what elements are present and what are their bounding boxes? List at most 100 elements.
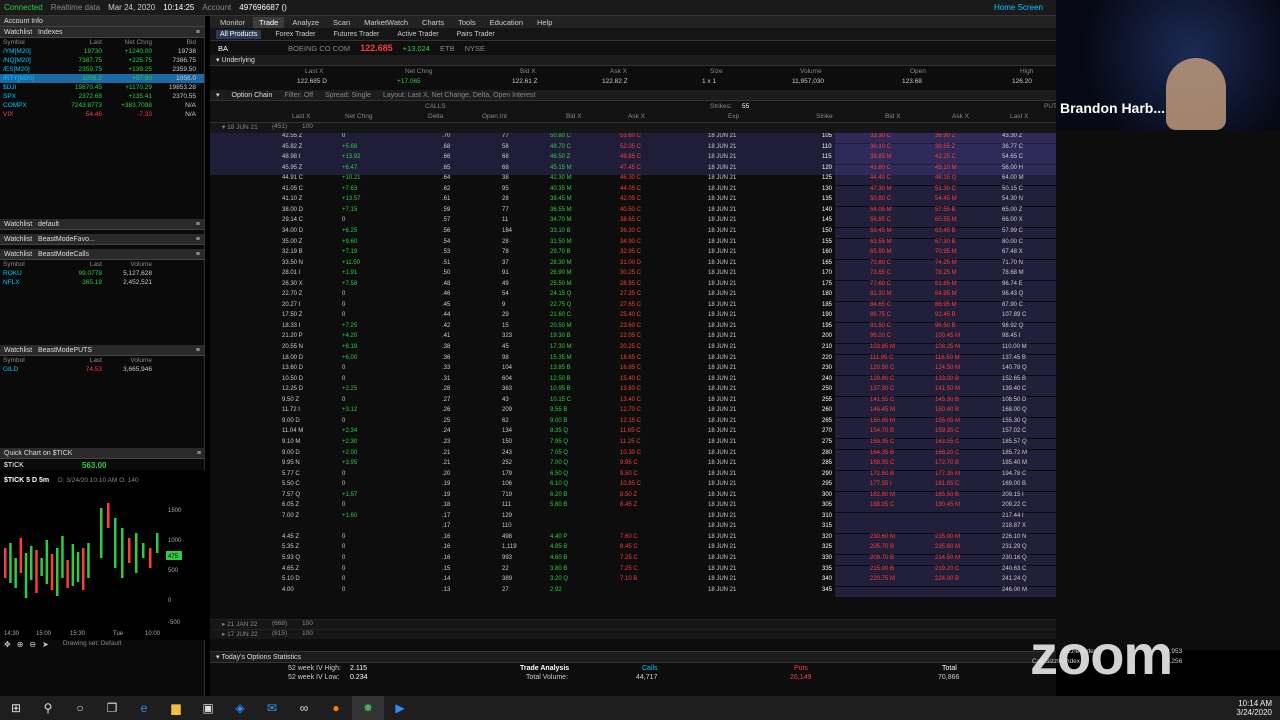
option-row[interactable]: 10.50 D 0 .31 604 12.50 B 15.40 C 18 JUN 21 240… [210,375,1056,387]
symbol-input[interactable]: BA [218,44,228,53]
quick-chart-header[interactable]: Quick Chart on $TICK ≡ [0,448,205,459]
account-info-header[interactable]: Account Info [0,16,204,27]
call-col-header[interactable]: Net Chng [345,113,372,120]
option-row[interactable]: 20.27 I 0 .45 9 22.75 Q 27.65 C 18 JUN 21 185 84… [210,301,1056,313]
option-row[interactable]: 35.00 Z +9.60 .54 28 31.50 M 34.90 C 18 JUN 21… [210,238,1056,250]
option-row[interactable]: 11.04 M +2.34 .24 134 8.35 Q 11.65 C 18 JUN 21… [210,428,1056,439]
option-row[interactable]: 18.00 D +6.00 .36 98 15.35 M 18.65 C 18 JUN 21… [210,354,1056,366]
mid-col-header[interactable]: Strike [816,113,833,120]
watchlist-default-header[interactable]: Watchlist default ≡ [0,219,204,230]
file-explorer-icon[interactable]: ▆ [160,696,192,720]
zoom-out-icon[interactable]: ⊖ [29,640,36,649]
menu-icon[interactable]: ≡ [196,29,200,36]
filter-toggle[interactable]: Filter: Off [284,92,313,99]
cortana-icon[interactable]: ○ [64,696,96,720]
option-row[interactable]: 21.20 P +4.20 .41 323 19.30 B 22.05 C 18 JUN 2… [210,333,1056,344]
search-icon[interactable]: ⚲ [32,696,64,720]
option-row[interactable]: 9.00 D 0 .25 62 9.00 B 12.15 C 18 JUN 21 265 150… [210,417,1056,429]
option-row[interactable]: 4.45 Z 0 .16 498 4.40 P 7.60 C 18 JUN 21 320 230… [210,533,1056,545]
menu-icon[interactable]: ≡ [196,221,200,228]
dropbox-icon[interactable]: ◈ [224,696,256,720]
watchlist-puts-header[interactable]: Watchlist BeastModePUTS ≡ [0,345,204,356]
watchlist-row[interactable]: /ES[M20] 2359.75 +139.25 2359.50 [0,65,204,74]
layout-select[interactable]: Layout: Last X, Net Change, Delta, Open … [383,92,536,99]
option-row[interactable]: 11.72 I +3.12 .26 209 9.55 B 12.70 C 18 JUN 21… [210,407,1056,418]
tick-chart[interactable]: 1500 1000 500 0 -500 475 14:30 15:00 15:… [0,488,205,638]
call-col-header[interactable]: Delta [428,113,443,120]
menu-item-monitor[interactable]: Monitor [214,17,251,28]
option-row[interactable]: 28.01 I +1.91 .50 91 26.90 M 30.25 C 18 JUN 21… [210,270,1056,281]
option-row[interactable]: 7.57 Q +1.57 .19 719 6.20 B 8.50 Z 18 JUN 21 30… [210,491,1056,503]
watchlist-row[interactable]: ROKU 99.0778 5,127,628 [0,269,204,278]
expiry-collapsed-row[interactable]: ▸ 21 JAN 22(668)10071.89% (±131.918) [210,619,1231,634]
edge-icon[interactable]: e [128,696,160,720]
menu-icon[interactable]: ≡ [196,347,200,354]
drag-icon[interactable]: ✥ [4,640,11,649]
put-col-header[interactable]: Ask X [952,113,969,120]
zoom-icon[interactable]: ⊕ [17,640,24,649]
watchlist-row[interactable]: GILD 74.53 3,665,946 [0,365,204,374]
windows-start-icon[interactable]: ⊞ [0,696,32,720]
option-row[interactable]: 41.10 Z +13.57 .61 28 38.45 M 42.05 C 18 JUN 2… [210,196,1056,207]
option-row[interactable]: 6.05 Z 0 .18 111 5.80 B 8.45 Z 18 JUN 21 305 188… [210,502,1056,513]
option-row[interactable]: 33.50 N +11.50 .51 37 28.30 M 31.00 D 18 JUN 2… [210,259,1056,271]
menu-item-analyze[interactable]: Analyze [286,17,325,28]
stats-header[interactable]: ▾ Today's Options Statistics [210,652,1056,663]
put-col-header[interactable]: Bid X [885,113,901,120]
watchlist-indexes-header[interactable]: Watchlist Indexes ≡ [0,27,204,38]
call-col-header[interactable]: Ask X [628,113,645,120]
mid-col-header[interactable]: Exp [728,113,739,120]
store-icon[interactable]: ▣ [192,696,224,720]
option-row[interactable]: 48.98 I +13.92 .66 68 46.50 Z 49.85 C 18 JUN 2… [210,154,1056,165]
call-col-header[interactable]: Bid X [566,113,582,120]
thinkorswim-icon[interactable]: ✸ [352,696,384,720]
underlying-header[interactable]: ▾ Underlying [210,55,1056,66]
zoom-app-icon[interactable]: ▶ [384,696,416,720]
option-row[interactable]: 7.00 Z+1.60.1712918 JUN 21310217.44 I0-1… [210,512,1056,524]
watchlist-row[interactable]: /RTY[M20] 1056.2 +57.90 1056.0 [0,74,204,83]
watchlist-row[interactable]: NFLX 365.19 2,452,521 [0,278,204,287]
menu-item-marketwatch[interactable]: MarketWatch [358,17,414,28]
watchlist-calls-header[interactable]: Watchlist BeastModeCalls ≡ [0,249,204,260]
option-row[interactable]: 29.14 C 0 .57 11 34.70 M 38.65 C 18 JUN 21 145 5… [210,217,1056,228]
option-row[interactable]: 17.50 Z 0 .44 29 21.60 C 25.40 C 18 JUN 21 190 8… [210,312,1056,323]
call-col-header[interactable]: Last X [292,113,310,120]
option-row[interactable]: 32.19 B +7.19 .53 78 29.70 B 32.95 C 18 JUN 21… [210,249,1056,260]
watchlist-row[interactable]: VIX 54.46 -7.33 N/A [0,110,204,119]
option-row[interactable]: 12.25 D +2.25 .28 363 10.95 B 13.80 C 18 JUN 2… [210,386,1056,397]
submenu-pairs-trader[interactable]: Pairs Trader [453,30,499,39]
option-row[interactable]: 18.33 I +7.25 .42 15 20.50 M 23.60 C 18 JUN 21… [210,322,1056,334]
task-view-icon[interactable]: ❐ [96,696,128,720]
menu-item-trade[interactable]: Trade [253,16,285,28]
submenu-futures-trader[interactable]: Futures Trader [329,30,383,39]
expiry-row[interactable]: ▾ 18 JUN 21 (451) 100 [210,123,1056,133]
option-row[interactable]: 9.10 M +2.30 .23 150 7.95 Q 11.25 C 18 JUN 21 2… [210,438,1056,450]
option-row[interactable]: 5.93 Q 0 .16 993 4.60 B 7.25 C 18 JUN 21 330 209… [210,555,1056,566]
option-chain-header[interactable]: ▾ Option Chain Filter: Off Spread: Singl… [210,90,1056,101]
option-row[interactable]: 45.82 Z +5.68 .68 58 48.70 C 52.05 C 18 JUN 21… [210,143,1056,155]
option-row[interactable]: 34.00 D +6.25 .56 184 33.10 B 36.30 C 18 JUN 2… [210,227,1056,239]
menu-icon[interactable]: ≡ [196,236,200,243]
watchlist-row[interactable]: COMPX 7243.8773 +383.7098 N/A [0,101,204,110]
put-col-header[interactable]: Last X [1010,113,1028,120]
option-row[interactable]: 9.00 D +2.00 .21 243 7.05 Q 10.30 C 18 JUN 21 2… [210,449,1056,461]
option-row[interactable]: 26.30 X +7.58 .48 49 25.50 M 28.85 C 18 JUN 21… [210,280,1056,292]
option-row[interactable]: 41.05 C +7.63 .62 95 40.35 M 44.05 C 18 JUN 21… [210,185,1056,197]
watchlist-favorites-header[interactable]: Watchlist BeastModeFavo... ≡ [0,234,204,245]
option-row[interactable]: 20.55 N +8.19 .38 45 17.30 M 20.25 C 18 JUN 21… [210,344,1056,355]
watchlist-row[interactable]: $DJI 19870.45 +1170.29 19853.28 [0,83,204,92]
pointer-icon[interactable]: ➤ [42,640,49,649]
drawing-set[interactable]: Drawing set: Default [63,640,122,649]
option-row[interactable]: 13.60 D 0 .33 104 13.85 B 16.85 C 18 JUN 21 230… [210,365,1056,376]
menu-item-help[interactable]: Help [531,17,558,28]
option-row[interactable]: 4.65 Z 0 .15 22 3.80 B 7.25 C 18 JUN 21 335 215.… [210,565,1056,577]
spread-select[interactable]: Spread: Single [325,92,371,99]
strikes-select[interactable]: 55 [742,103,749,110]
menu-item-charts[interactable]: Charts [416,17,450,28]
submenu-all-products[interactable]: All Products [216,29,262,39]
call-col-header[interactable]: Open.Int [482,113,507,120]
quick-chart-symbol[interactable]: $TICK [4,462,24,469]
option-row[interactable]: 45.95 Z +6.47 .65 68 45.15 M 47.45 C 18 JUN 21… [210,164,1056,176]
option-row[interactable]: 9.95 N +3.95 .21 252 7.00 Q 9.95 C 18 JUN 21 28… [210,460,1056,471]
option-row[interactable]: .1711018 JUN 21315218.87 X0-1.002 [210,523,1056,534]
